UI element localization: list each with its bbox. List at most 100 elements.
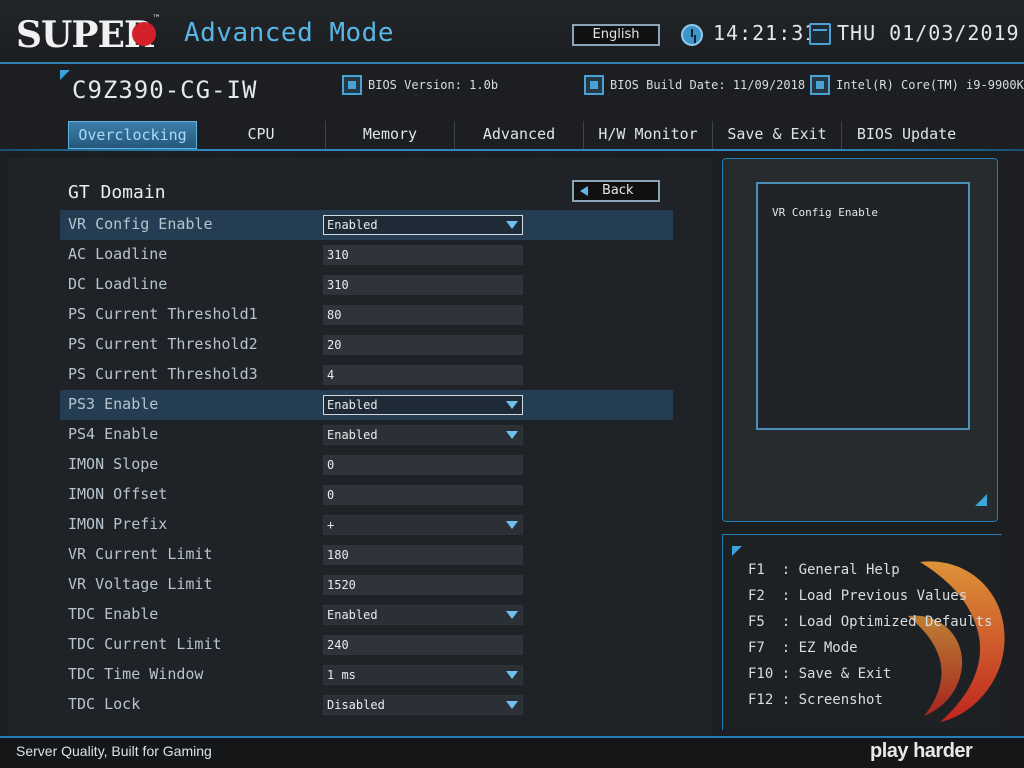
hotkey-key: F10 — [748, 666, 774, 682]
dropdown-arrow-icon — [506, 431, 518, 439]
setting-row-vr-current-limit[interactable]: VR Current Limit 180 — [60, 540, 673, 570]
setting-row-ps-current-threshold2[interactable]: PS Current Threshold2 20 — [60, 330, 673, 360]
tdc-time-window-dropdown[interactable]: 1 ms — [323, 665, 523, 685]
back-button[interactable]: Back — [572, 180, 660, 202]
dropdown-arrow-icon — [506, 701, 518, 709]
setting-label: TDC Time Window — [68, 665, 204, 683]
setting-label: PS3 Enable — [68, 395, 159, 413]
setting-label: IMON Offset — [68, 485, 168, 503]
dropdown-value: Enabled — [327, 608, 378, 622]
hotkey-action: General Help — [798, 562, 900, 578]
tab-bios-update[interactable]: BIOS Update — [842, 121, 971, 149]
back-button-label: Back — [602, 183, 634, 198]
dropdown-value: + — [327, 518, 335, 532]
tab-cpu[interactable]: CPU — [197, 121, 326, 149]
ps-current-threshold1-input[interactable]: 80 — [323, 305, 523, 325]
hotkey-action: EZ Mode — [798, 640, 858, 656]
bios-version: BIOS Version: 1.0b — [368, 78, 499, 92]
ps-current-threshold3-input[interactable]: 4 — [323, 365, 523, 385]
dropdown-value: Enabled — [327, 398, 378, 412]
imon-prefix-dropdown[interactable]: + — [323, 515, 523, 535]
tdc-enable-dropdown[interactable]: Enabled — [323, 605, 523, 625]
dropdown-arrow-icon — [506, 611, 518, 619]
hotkey-f7[interactable]: F7 : EZ Mode — [748, 640, 858, 656]
hotkey-f1[interactable]: F1 : General Help — [748, 562, 900, 578]
dropdown-arrow-icon — [506, 521, 518, 529]
tab-save-exit[interactable]: Save & Exit — [713, 121, 842, 149]
setting-row-ps-current-threshold1[interactable]: PS Current Threshold1 80 — [60, 300, 673, 330]
hotkey-f12[interactable]: F12 : Screenshot — [748, 692, 883, 708]
vr-config-enable-dropdown[interactable]: Enabled — [323, 215, 523, 235]
mode-title: Advanced Mode — [184, 18, 394, 48]
system-date[interactable]: THU 01/03/2019 — [837, 21, 1020, 45]
play-harder-swirl-icon — [908, 561, 1005, 722]
setting-row-tdc-enable[interactable]: TDC Enable Enabled — [60, 600, 673, 630]
setting-row-vr-voltage-limit[interactable]: VR Voltage Limit 1520 — [60, 570, 673, 600]
tdc-current-limit-input[interactable]: 240 — [323, 635, 523, 655]
setting-row-ps-current-threshold3[interactable]: PS Current Threshold3 4 — [60, 360, 673, 390]
footer-tagline: Server Quality, Built for Gaming — [16, 743, 212, 759]
hotkey-separator: : — [764, 562, 799, 578]
hotkey-action: Save & Exit — [798, 666, 892, 682]
hotkey-f2[interactable]: F2 : Load Previous Values — [748, 588, 967, 604]
setting-row-tdc-current-limit[interactable]: TDC Current Limit 240 — [60, 630, 673, 660]
tab-advanced[interactable]: Advanced — [455, 121, 584, 149]
ps-current-threshold2-input[interactable]: 20 — [323, 335, 523, 355]
hotkey-key: F7 — [748, 640, 765, 656]
setting-row-tdc-lock[interactable]: TDC Lock Disabled — [60, 690, 673, 720]
setting-label: PS Current Threshold1 — [68, 305, 258, 323]
bios-chip-icon — [342, 75, 362, 95]
dropdown-value: Enabled — [327, 218, 378, 232]
vr-voltage-limit-input[interactable]: 1520 — [323, 575, 523, 595]
setting-row-vr-config-enable[interactable]: VR Config Enable Enabled — [60, 210, 673, 240]
setting-label: TDC Enable — [68, 605, 159, 623]
setting-row-imon-offset[interactable]: IMON Offset 0 — [60, 480, 673, 510]
dc-loadline-input[interactable]: 310 — [323, 275, 523, 295]
back-arrow-icon — [580, 186, 588, 196]
hotkey-key: F12 — [748, 692, 774, 708]
dropdown-value: 1 ms — [327, 668, 356, 682]
hotkey-f5[interactable]: F5 : Load Optimized Defaults — [748, 614, 992, 630]
setting-label: DC Loadline — [68, 275, 168, 293]
tdc-lock-dropdown[interactable]: Disabled — [323, 695, 523, 715]
setting-row-tdc-time-window[interactable]: TDC Time Window 1 ms — [60, 660, 673, 690]
hotkey-separator: : — [764, 640, 799, 656]
dropdown-arrow-icon — [506, 401, 518, 409]
imon-offset-input[interactable]: 0 — [323, 485, 523, 505]
setting-label: VR Voltage Limit — [68, 575, 213, 593]
ac-loadline-input[interactable]: 310 — [323, 245, 523, 265]
ps4-enable-dropdown[interactable]: Enabled — [323, 425, 523, 445]
tab-memory[interactable]: Memory — [326, 121, 455, 149]
setting-row-ac-loadline[interactable]: AC Loadline 310 — [60, 240, 673, 270]
hotkey-key: F2 — [748, 588, 765, 604]
corner-accent-icon — [975, 494, 987, 506]
setting-label: PS4 Enable — [68, 425, 159, 443]
board-model: C9Z390-CG-IW — [72, 76, 258, 104]
language-button[interactable]: English — [572, 24, 660, 46]
setting-row-imon-prefix[interactable]: IMON Prefix + — [60, 510, 673, 540]
hotkey-separator: : — [773, 666, 799, 682]
hotkey-action: Load Optimized Defaults — [798, 614, 993, 630]
setting-label: PS Current Threshold3 — [68, 365, 258, 383]
hotkey-action: Screenshot — [798, 692, 883, 708]
system-time[interactable]: 14:21:31 — [713, 21, 817, 45]
tab-hw-monitor[interactable]: H/W Monitor — [584, 121, 713, 149]
dropdown-arrow-icon — [506, 221, 518, 229]
tab-divider-line — [0, 149, 1024, 151]
imon-slope-input[interactable]: 0 — [323, 455, 523, 475]
hotkey-action: Load Previous Values — [798, 588, 968, 604]
vr-current-limit-input[interactable]: 180 — [323, 545, 523, 565]
setting-label: IMON Slope — [68, 455, 159, 473]
setting-row-ps3-enable[interactable]: PS3 Enable Enabled — [60, 390, 673, 420]
setting-row-dc-loadline[interactable]: DC Loadline 310 — [60, 270, 673, 300]
ps3-enable-dropdown[interactable]: Enabled — [323, 395, 523, 415]
hotkey-f10[interactable]: F10 : Save & Exit — [748, 666, 891, 682]
setting-row-ps4-enable[interactable]: PS4 Enable Enabled — [60, 420, 673, 450]
section-title: GT Domain — [68, 182, 166, 203]
setting-row-imon-slope[interactable]: IMON Slope 0 — [60, 450, 673, 480]
hotkey-separator: : — [773, 692, 799, 708]
setting-label: IMON Prefix — [68, 515, 168, 533]
setting-label: VR Config Enable — [68, 215, 213, 233]
tab-overclocking[interactable]: Overclocking — [68, 121, 197, 149]
dropdown-value: Enabled — [327, 428, 378, 442]
